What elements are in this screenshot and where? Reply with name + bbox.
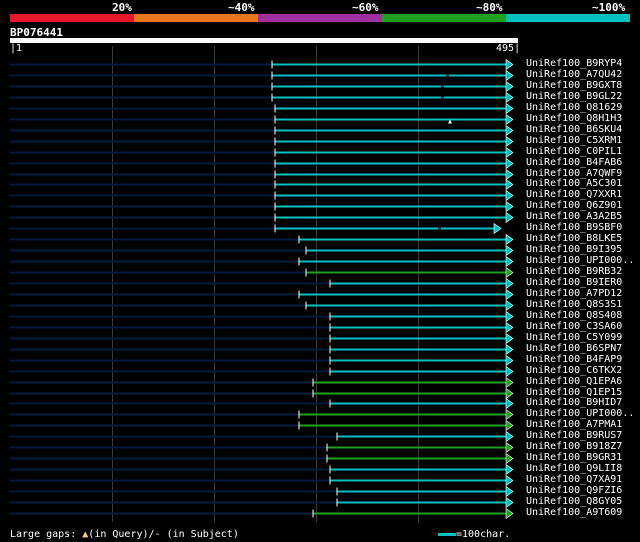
hit-end-arrow	[505, 157, 514, 170]
hit-label[interactable]: UniRef100_C5Y099	[526, 332, 622, 343]
hit-label[interactable]: UniRef100_Q6Z901	[526, 200, 622, 211]
hit-label[interactable]: UniRef100_Q7XXR1	[526, 189, 622, 200]
hit-end-arrow	[505, 58, 514, 71]
hit-end-arrow	[505, 474, 514, 487]
hit-end-arrow	[505, 244, 514, 257]
hit-label[interactable]: UniRef100_B9HID7	[526, 397, 622, 408]
hit-label[interactable]: UniRef100_B9RYP4	[526, 58, 622, 69]
hit-end-arrow	[505, 321, 514, 334]
hit-end-arrow	[505, 452, 514, 465]
hit-label[interactable]: UniRef100_B9I395	[526, 244, 622, 255]
hit-label[interactable]: UniRef100_B9GR31	[526, 452, 622, 463]
hit-end-arrow	[493, 222, 502, 235]
hit-label[interactable]: UniRef100_C5XRM1	[526, 135, 622, 146]
hit-label[interactable]: UniRef100_B8LKE5	[526, 233, 622, 244]
hit-label[interactable]: UniRef100_B918Z7	[526, 441, 622, 452]
hit-end-arrow	[505, 124, 514, 137]
hit-end-arrow	[505, 69, 514, 82]
hit-label[interactable]: UniRef100_B4FAP9	[526, 354, 622, 365]
hit-end-arrow	[505, 376, 514, 389]
hit-label[interactable]: UniRef100_A7QU42	[526, 69, 622, 80]
hit-label[interactable]: UniRef100_B6SKU4	[526, 124, 622, 135]
hit-end-arrow	[505, 178, 514, 191]
hit-end-arrow	[505, 189, 514, 202]
hit-label[interactable]: UniRef100_Q8S408	[526, 310, 622, 321]
large-gaps-label: Large gaps:	[10, 529, 77, 540]
hit-end-arrow	[505, 277, 514, 290]
hit-label[interactable]: UniRef100_B9RB32	[526, 266, 622, 277]
hit-end-arrow	[505, 343, 514, 356]
hit-end-arrow	[505, 419, 514, 432]
hit-label[interactable]: UniRef100_B9RUS7	[526, 430, 622, 441]
hit-end-arrow	[505, 354, 514, 367]
hit-end-arrow	[505, 496, 514, 509]
hit-label[interactable]: UniRef100_A7PD12	[526, 288, 622, 299]
hit-label[interactable]: UniRef100_Q1EP15	[526, 387, 622, 398]
hit-end-arrow	[505, 430, 514, 443]
hit-end-arrow	[505, 485, 514, 498]
hit-label[interactable]: UniRef100_Q81629	[526, 102, 622, 113]
hit-end-arrow	[505, 463, 514, 476]
hit-end-arrow	[505, 200, 514, 213]
hit-label[interactable]: UniRef100_Q8S3S1	[526, 299, 622, 310]
hit-end-arrow	[505, 441, 514, 454]
hit-end-arrow	[505, 255, 514, 268]
hit-end-arrow	[505, 135, 514, 148]
hit-label[interactable]: UniRef100_B9IER0	[526, 277, 622, 288]
hit-end-arrow	[505, 266, 514, 279]
hit-end-arrow	[505, 168, 514, 181]
hit-label[interactable]: UniRef100_A7QWF9	[526, 168, 622, 179]
hit-label[interactable]: UniRef100_A5C301	[526, 178, 622, 189]
hit-label[interactable]: UniRef100_B9GXT8	[526, 80, 622, 91]
hit-end-arrow	[505, 310, 514, 323]
hit-end-arrow	[505, 299, 514, 312]
hit-label[interactable]: UniRef100_C6TKX2	[526, 365, 622, 376]
hit-label[interactable]: UniRef100_A3A2B5	[526, 211, 622, 222]
scale-line	[438, 532, 456, 536]
hit-label[interactable]: UniRef100_Q9FZI6	[526, 485, 622, 496]
hit-end-arrow	[505, 80, 514, 93]
hit-end-arrow	[505, 288, 514, 301]
hit-end-arrow	[505, 113, 514, 126]
scale-text: =100char.	[456, 529, 511, 540]
hit-end-arrow	[505, 365, 514, 378]
hit-label[interactable]: UniRef100_B9GL22	[526, 91, 622, 102]
hit-label[interactable]: UniRef100_C0PIL1	[526, 146, 622, 157]
hit-end-arrow	[505, 233, 514, 246]
hit-label[interactable]: UniRef100_B9SBF0	[526, 222, 622, 233]
hit-label[interactable]: UniRef100_C3SA60	[526, 321, 622, 332]
hit-end-arrow	[505, 408, 514, 421]
hit-label[interactable]: UniRef100_Q8GY05	[526, 496, 622, 507]
hit-label[interactable]: UniRef100_UPI000..	[526, 255, 634, 266]
large-gaps-legend: Large gaps: ▲(in Query)/- (in Subject)	[10, 529, 239, 540]
hit-label[interactable]: UniRef100_B6SPN7	[526, 343, 622, 354]
hit-label[interactable]: UniRef100_B4FAB6	[526, 157, 622, 168]
hit-label[interactable]: UniRef100_Q8H1H3	[526, 113, 622, 124]
hit-end-arrow	[505, 91, 514, 104]
in-query-label: (in Query)/	[88, 529, 155, 540]
hit-label[interactable]: UniRef100_Q1EPA6	[526, 376, 622, 387]
hit-label[interactable]: UniRef100_A9T609	[526, 507, 622, 518]
hit-end-arrow	[505, 211, 514, 224]
hit-end-arrow	[505, 146, 514, 159]
hit-end-arrow	[505, 332, 514, 345]
hit-label[interactable]: UniRef100_UPI000..	[526, 408, 634, 419]
subject-gap-icon: -	[154, 529, 161, 540]
scale-legend: =100char.	[438, 529, 510, 540]
hit-end-arrow	[505, 387, 514, 400]
in-subject-label: (in Subject)	[166, 529, 239, 540]
hit-label[interactable]: UniRef100_Q7XA91	[526, 474, 622, 485]
hit-end-arrow	[505, 397, 514, 410]
hit-end-arrow	[505, 507, 514, 520]
hit-label[interactable]: UniRef100_A7PMA1	[526, 419, 622, 430]
hit-label[interactable]: UniRef100_Q9LII8	[526, 463, 622, 474]
hit-end-arrow	[505, 102, 514, 115]
